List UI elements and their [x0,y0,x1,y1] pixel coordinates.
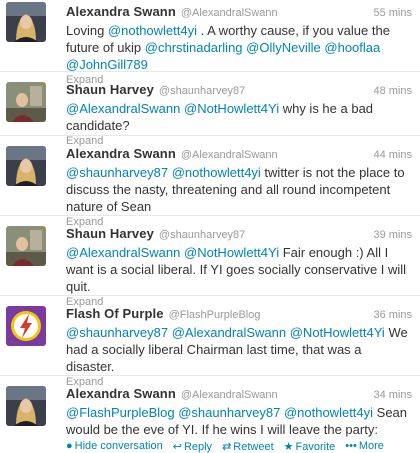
avatar[interactable] [6,226,46,266]
more-label: More [358,440,384,452]
mention-link[interactable]: @FlashPurpleBlog [66,405,175,420]
reply-label: Reply [183,441,213,453]
favorite-button[interactable]: ★ Favorite [284,440,336,453]
flash-logo-icon [6,306,46,346]
avatar[interactable] [6,146,46,186]
tweet-time[interactable]: 39 mins [373,229,412,241]
avatar[interactable] [6,82,46,122]
author-handle[interactable]: @AlexandralSwann [181,389,278,401]
mention-link[interactable]: @hooflaa [324,40,380,55]
author-name[interactable]: Alexandra Swann [66,4,176,19]
mention-link[interactable]: @NotHowlett4Yi [184,101,279,116]
tweet-time[interactable]: 48 mins [373,85,412,97]
mention-link[interactable]: @NotHowlett4Yi [184,245,279,260]
mention-link[interactable]: @AlexandralSwann [66,245,180,260]
avatar[interactable] [6,386,46,426]
tweet-text: @shaunharvey87 @AlexandralSwann @NotHowl… [66,324,412,375]
tweet[interactable]: Shaun Harvey @shaunharvey87 48 mins @Ale… [0,72,420,147]
mention-link[interactable]: @shaunharvey87 [178,405,280,420]
mention-link[interactable]: @AlexandralSwann [172,325,286,340]
reply-icon: ↩ [172,441,182,453]
author-name[interactable]: Flash Of Purple [66,306,164,321]
mention-link[interactable]: @JohnGill789 [66,57,148,72]
timeline: Alexandra Swann @AlexandralSwann 55 mins… [0,0,420,453]
mention-link[interactable]: @AlexandralSwann [66,101,180,116]
tweet-time[interactable]: 44 mins [373,149,412,161]
mention-link[interactable]: @nothowlett4yi [284,405,373,420]
retweet-icon: ⇄ [222,441,232,453]
tweet-text: @AlexandralSwann @NotHowlett4Yi why is h… [66,100,412,134]
author-name[interactable]: Shaun Harvey [66,82,154,97]
tweet-time[interactable]: 55 mins [373,7,412,19]
tweet-time[interactable]: 36 mins [373,309,412,321]
author-name[interactable]: Alexandra Swann [66,386,176,401]
tweet-time[interactable]: 34 mins [373,389,412,401]
favorite-label: Favorite [295,441,336,453]
tweet-text: @shaunharvey87 @nothowlett4yi twitter is… [66,164,412,215]
author-handle[interactable]: @FlashPurpleBlog [169,309,261,321]
tweet[interactable]: Alexandra Swann @AlexandralSwann 34 mins… [0,376,420,453]
tweet-text-segment: Loving [66,23,108,38]
avatar[interactable] [6,2,46,42]
tweet-text: @FlashPurpleBlog @shaunharvey87 @nothowl… [66,404,412,438]
hide-conversation-label: Hide conversation [74,440,163,452]
mention-link[interactable]: @NotHowlett4Yi [290,325,385,340]
author-handle[interactable]: @AlexandralSwann [181,7,278,19]
tweet[interactable]: Alexandra Swann @AlexandralSwann 44 mins… [0,136,420,228]
reply-button[interactable]: ↩ Reply [173,440,212,453]
tweet[interactable]: Alexandra Swann @AlexandralSwann 55 mins… [0,0,420,86]
tweet-text: Loving @nothowlett4yi . A worthy cause, … [66,22,412,73]
author-handle[interactable]: @shaunharvey87 [159,229,245,241]
author-name[interactable]: Alexandra Swann [66,146,176,161]
avatar[interactable] [6,306,46,346]
star-icon: ★ [283,441,294,453]
mention-link[interactable]: @chrstinadarling [145,40,243,55]
conversation-icon: ● [66,440,73,452]
author-name[interactable]: Shaun Harvey [66,226,154,241]
tweet-actions: ● Hide conversation ↩ Reply ⇄ Retweet ★ Favo… [66,440,412,453]
author-handle[interactable]: @shaunharvey87 [159,85,245,97]
more-button[interactable]: ••• More [345,440,384,453]
tweet[interactable]: Shaun Harvey @shaunharvey87 39 mins @Ale… [0,216,420,308]
hide-conversation-button[interactable]: ● Hide conversation [66,440,163,453]
author-handle[interactable]: @AlexandralSwann [181,149,278,161]
mention-link[interactable]: @nothowlett4yi [108,23,197,38]
mention-link[interactable]: @OllyNeville [246,40,321,55]
mention-link[interactable]: @nothowlett4yi [172,165,261,180]
mention-link[interactable]: @shaunharvey87 [66,325,168,340]
mention-link[interactable]: @shaunharvey87 [66,165,168,180]
retweet-button[interactable]: ⇄ Retweet [222,440,274,453]
tweet[interactable]: Flash Of Purple @FlashPurpleBlog 36 mins… [0,296,420,388]
tweet-text: @AlexandralSwann @NotHowlett4Yi Fair eno… [66,244,412,295]
retweet-label: Retweet [233,441,274,453]
more-icon: ••• [345,440,357,452]
